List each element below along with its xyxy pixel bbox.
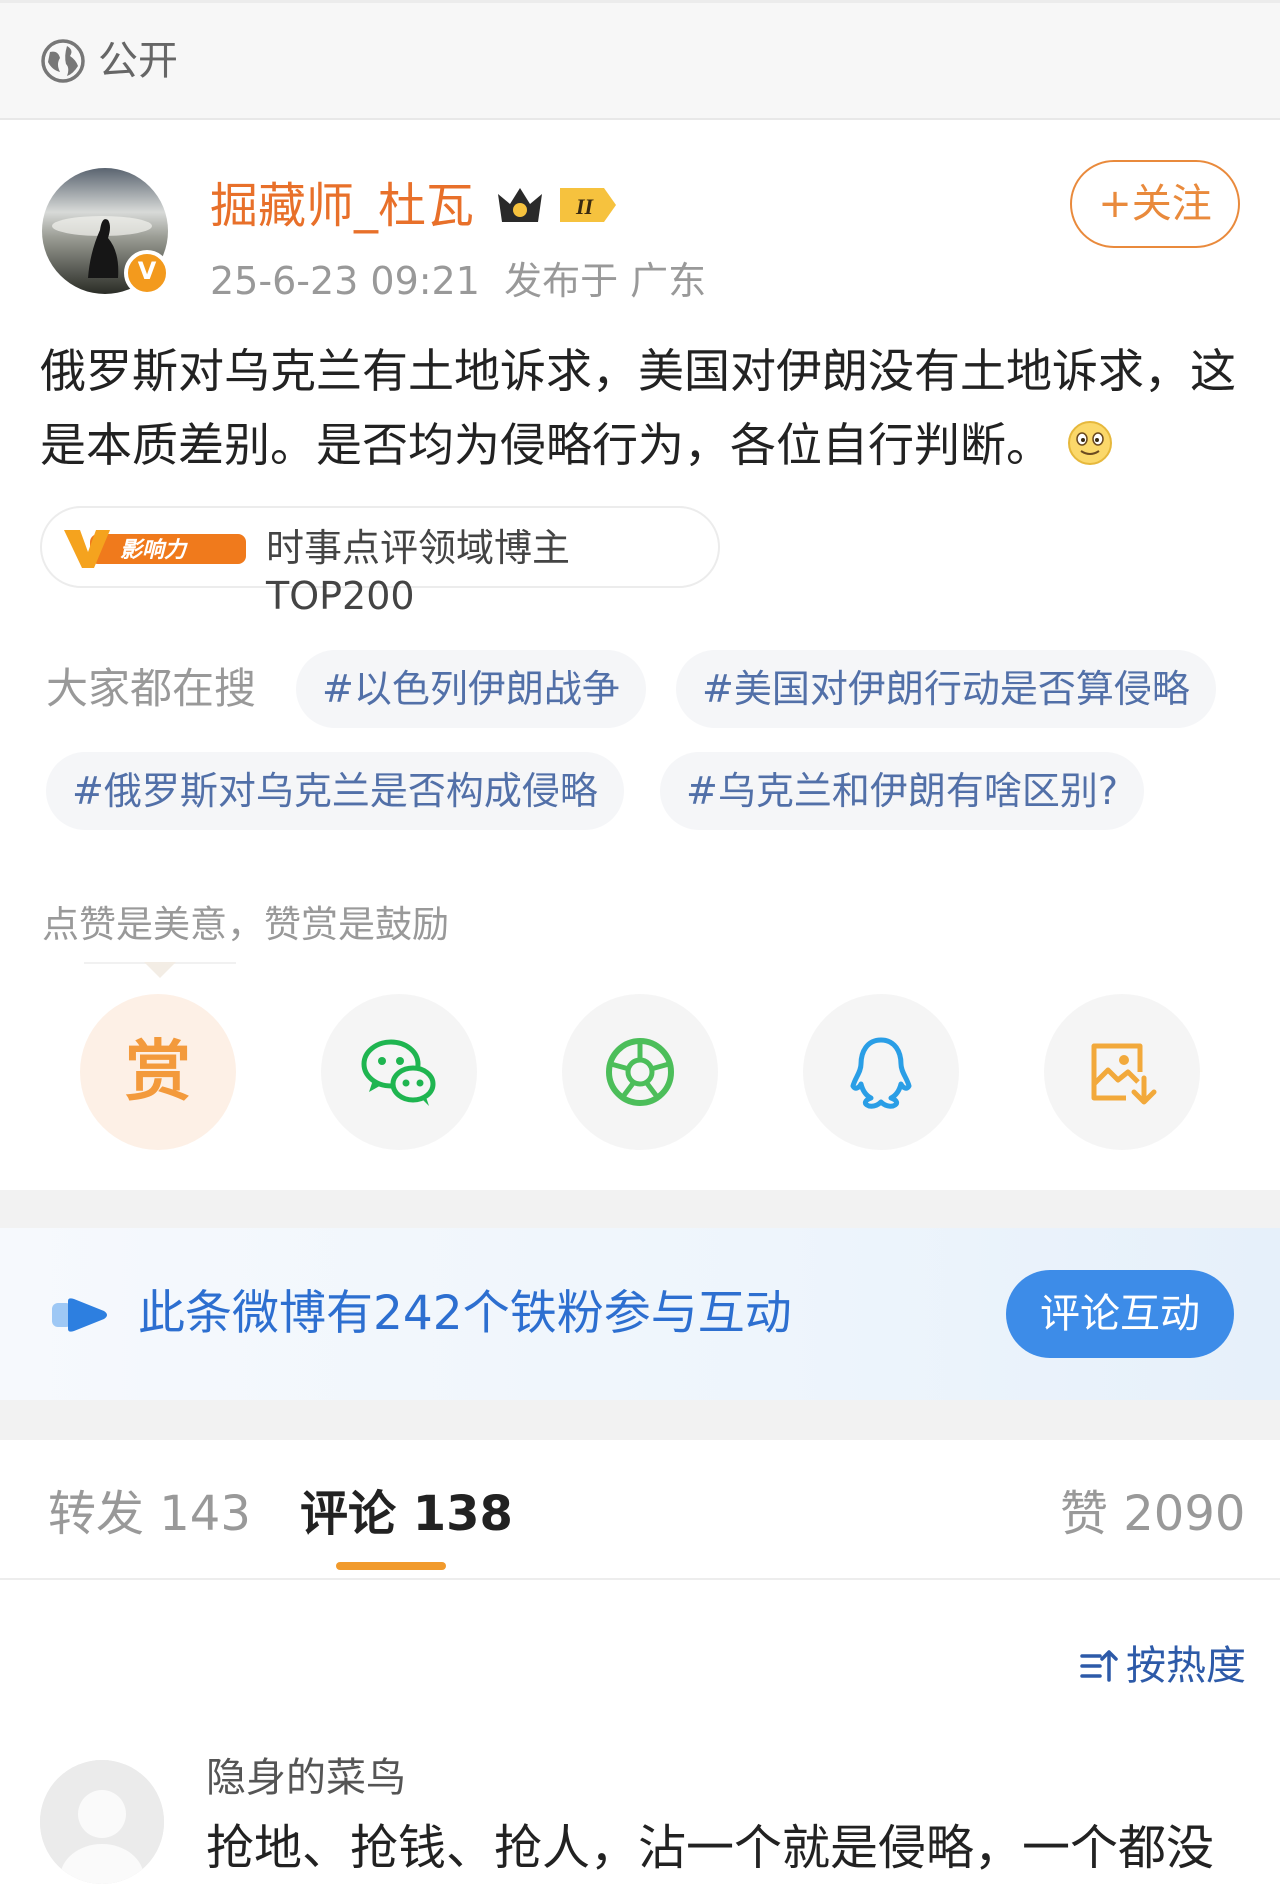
globe-icon bbox=[41, 39, 85, 83]
post-timestamp: 25-6-23 09:21 bbox=[210, 259, 480, 303]
follow-button[interactable]: +关注 bbox=[1070, 160, 1240, 248]
post-meta: 25-6-23 09:21 发布于 广东 bbox=[210, 258, 706, 304]
smile-emoji-icon bbox=[1068, 421, 1112, 465]
post-body: 俄罗斯对乌克兰有土地诉求，美国对伊朗没有土地诉求，这是本质差别。是否均为侵略行为… bbox=[40, 344, 1236, 472]
qq-icon bbox=[850, 1037, 912, 1109]
hint-arrow-icon bbox=[144, 962, 176, 978]
visibility-bar: 公开 bbox=[0, 0, 1280, 118]
influence-badge-text: 时事点评领域博主TOP200 bbox=[266, 526, 571, 618]
comment-avatar[interactable] bbox=[40, 1760, 164, 1884]
influence-badge[interactable]: 影响力 时事点评领域博主TOP200 bbox=[40, 506, 720, 618]
reward-label: 赏 bbox=[125, 1033, 191, 1110]
post-stats-tabs: 转发 143 评论 138 赞 2090 bbox=[0, 1440, 1280, 1580]
divider bbox=[0, 118, 1280, 120]
save-image-button[interactable] bbox=[1044, 994, 1200, 1150]
active-tab-indicator bbox=[336, 1562, 446, 1570]
comment-interact-button[interactable]: 评论互动 bbox=[1006, 1270, 1234, 1358]
fans-interaction-text: 此条微博有242个铁粉参与互动 bbox=[138, 1286, 792, 1341]
share-moments-button[interactable] bbox=[562, 994, 718, 1150]
hot-search-tag[interactable]: #乌克兰和伊朗有啥区别? bbox=[660, 752, 1145, 830]
vip-level-text: II bbox=[575, 194, 595, 219]
sort-label: 按热度 bbox=[1126, 1643, 1246, 1689]
share-wechat-button[interactable] bbox=[321, 994, 477, 1150]
post-location: 发布于 广东 bbox=[504, 259, 707, 303]
section-separator bbox=[0, 1400, 1280, 1440]
section-separator bbox=[0, 1190, 1280, 1228]
influence-logo-text: 影响力 bbox=[120, 538, 188, 563]
hot-search-tag[interactable]: #美国对伊朗行动是否算侵略 bbox=[676, 650, 1216, 728]
reward-button[interactable]: 赏 bbox=[80, 994, 236, 1150]
author-name[interactable]: 掘藏师_杜瓦 bbox=[210, 178, 474, 234]
reward-hint: 点赞是美意，赞赏是鼓励 bbox=[42, 903, 449, 946]
verified-badge-icon: V bbox=[124, 250, 170, 296]
visibility-label: 公开 bbox=[98, 38, 178, 84]
influence-logo-icon: 影响力 bbox=[64, 530, 246, 568]
comment-text: 抢地、抢钱、抢人，沾一个就是侵略，一个都没 bbox=[206, 1820, 1215, 1876]
save-image-icon bbox=[1091, 1043, 1157, 1105]
share-qq-button[interactable] bbox=[803, 994, 959, 1150]
hot-search-tag[interactable]: #以色列伊朗战争 bbox=[296, 650, 646, 728]
post-text: 俄罗斯对乌克兰有土地诉求，美国对伊朗没有土地诉求，这是本质差别。是否均为侵略行为… bbox=[40, 334, 1250, 482]
wechat-icon bbox=[361, 1039, 436, 1106]
vip-crown-icon: II bbox=[498, 188, 616, 222]
hot-search-label: 大家都在搜 bbox=[46, 664, 257, 713]
tab-repost[interactable]: 转发 143 bbox=[48, 1484, 251, 1544]
comment-author[interactable]: 隐身的菜鸟 bbox=[206, 1752, 406, 1804]
hot-search-tag[interactable]: #俄罗斯对乌克兰是否构成侵略 bbox=[46, 752, 624, 830]
tab-likes[interactable]: 赞 2090 bbox=[1060, 1484, 1245, 1544]
wechat-moments-icon bbox=[606, 1038, 674, 1106]
fans-play-icon bbox=[52, 1298, 107, 1332]
sort-icon bbox=[1080, 1650, 1118, 1682]
tab-comments[interactable]: 评论 138 bbox=[300, 1484, 513, 1544]
